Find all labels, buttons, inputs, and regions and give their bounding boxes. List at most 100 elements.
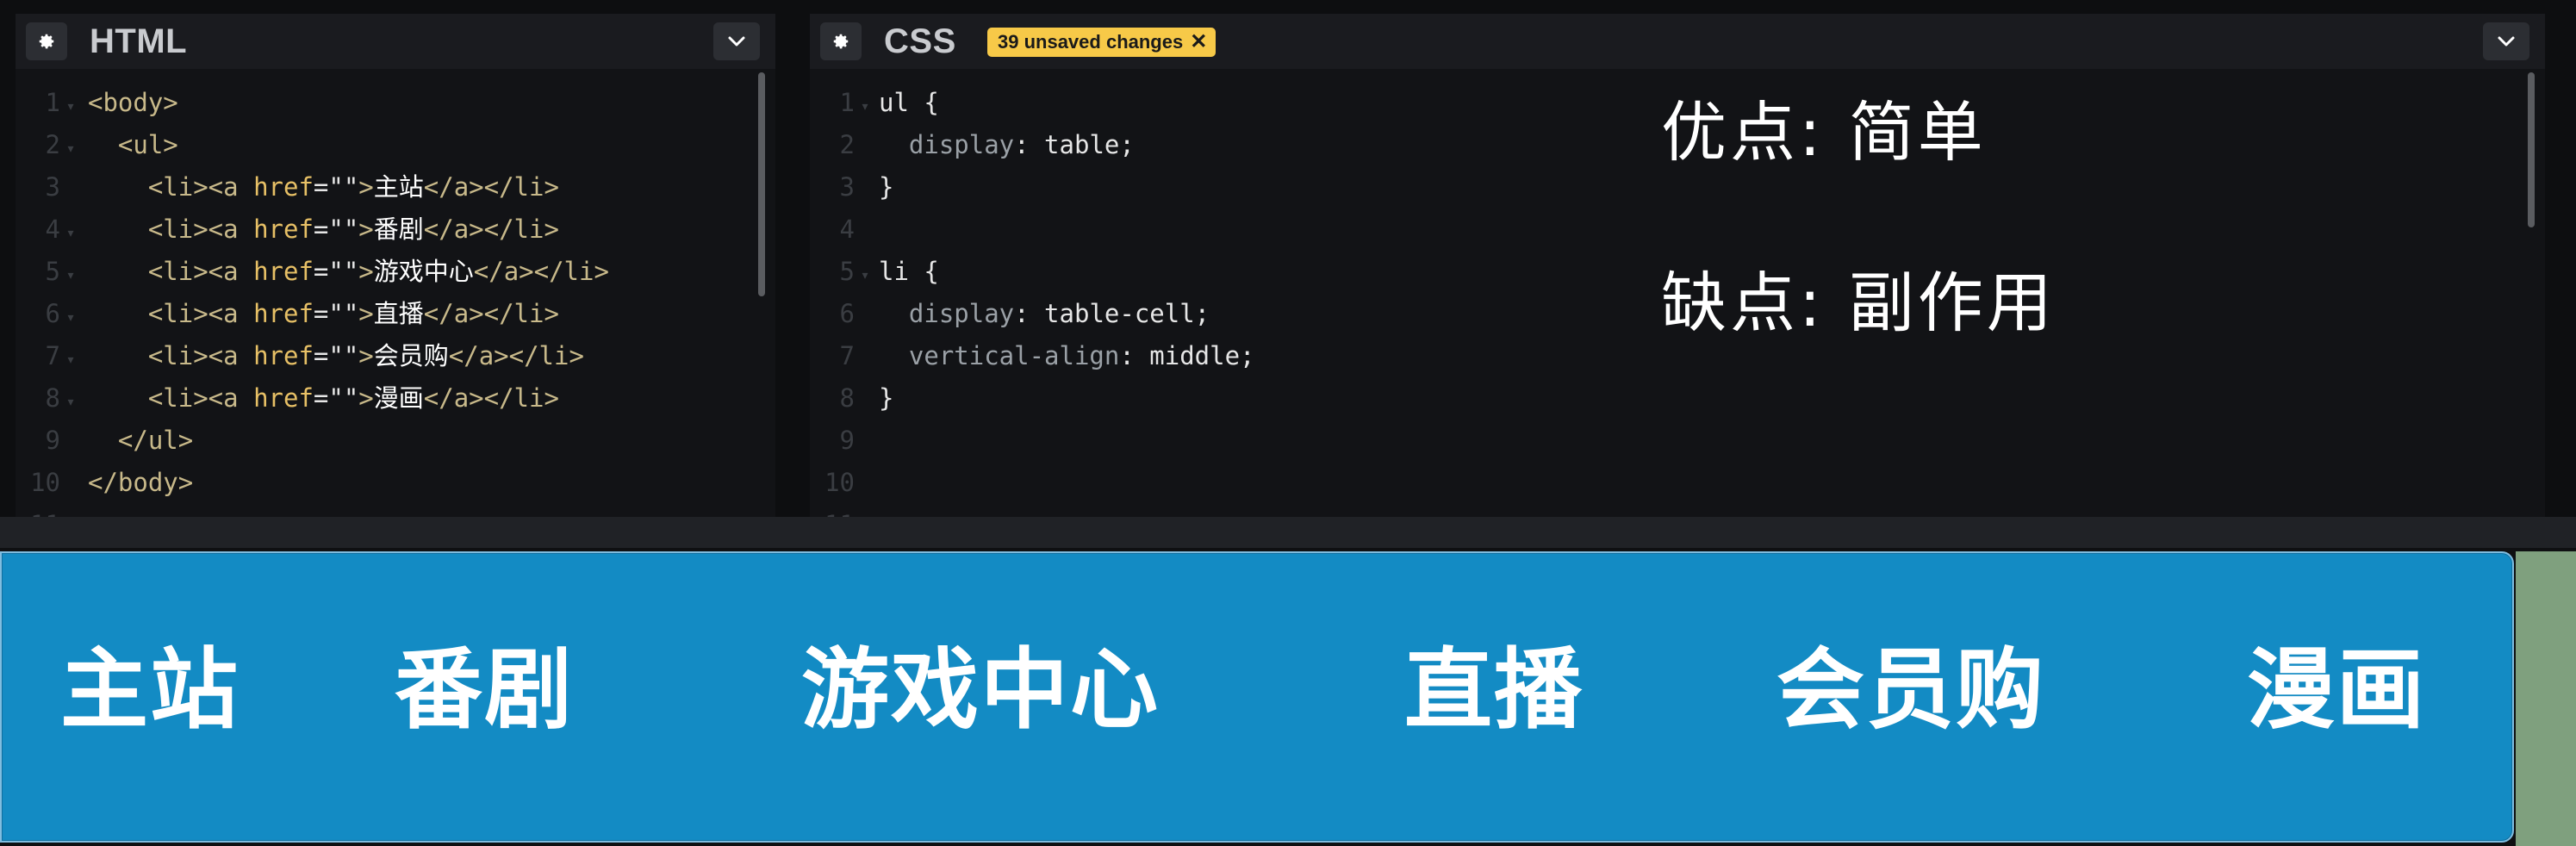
code-line[interactable]: 3 }: [810, 167, 894, 211]
code-token: li {: [879, 257, 939, 286]
line-number: 8: [45, 383, 60, 413]
fold-arrow-icon[interactable]: ▾: [60, 339, 81, 380]
code-line[interactable]: 8 ▾ <li><a href="">漫画</a></li>: [16, 378, 559, 419]
html-collapse-button[interactable]: [713, 22, 760, 60]
css-collapse-button[interactable]: [2483, 22, 2529, 60]
html-editor-panel: HTML 1 ▾ <body> 2 ▾ <ul> 3 <li><a href="">主站<…: [16, 14, 775, 517]
nav-item-anime[interactable]: 番剧: [395, 639, 574, 743]
code-line[interactable]: 10: [810, 463, 879, 503]
fold-arrow-icon[interactable]: ▾: [60, 297, 81, 338]
code-token: href: [253, 172, 314, 202]
code-line[interactable]: 8 }: [810, 378, 894, 419]
code-token: : table;: [1014, 130, 1135, 159]
result-preview: 主站 番剧 游戏中心 直播 会员购 漫画: [0, 551, 2514, 843]
fold-arrow-icon[interactable]: ▾: [855, 255, 875, 295]
line-number: 4: [839, 215, 855, 244]
code-line[interactable]: 9: [810, 420, 879, 461]
code-token: <li><a: [147, 215, 254, 244]
code-token: </ul>: [117, 426, 194, 455]
code-line[interactable]: 10 </body>: [16, 463, 193, 503]
code-line[interactable]: 11: [16, 505, 88, 517]
line-number: 9: [45, 426, 60, 455]
line-number: 10: [824, 468, 855, 497]
code-line[interactable]: 2 display: table;: [810, 125, 1135, 165]
code-token: href: [253, 341, 314, 370]
code-line[interactable]: 5 ▾ <li><a href="">游戏中心</a></li>: [16, 252, 609, 292]
fold-arrow-icon[interactable]: ▾: [60, 128, 81, 169]
code-token: vertical-align: [879, 341, 1120, 370]
nav-item-home[interactable]: 主站: [60, 639, 240, 743]
code-token: >: [358, 215, 374, 244]
code-token: </a></li>: [423, 299, 559, 328]
html-settings-button[interactable]: [26, 22, 67, 60]
html-code-editor[interactable]: 1 ▾ <body> 2 ▾ <ul> 3 <li><a href="">主站</a></…: [16, 83, 775, 517]
fold-arrow-icon[interactable]: ▾: [60, 86, 81, 127]
html-editor-scrollbar[interactable]: [758, 72, 765, 296]
code-token: ="": [313, 341, 359, 370]
code-token: ="": [313, 172, 359, 202]
code-token: </a></li>: [423, 215, 559, 244]
code-line[interactable]: 6 display: table-cell;: [810, 294, 1210, 334]
line-number: 5: [45, 257, 60, 286]
css-editor-scrollbar[interactable]: [2528, 72, 2535, 227]
code-token: >: [358, 299, 374, 328]
fold-arrow-icon[interactable]: ▾: [855, 86, 875, 127]
code-line[interactable]: 1 ▾ <body>: [16, 83, 178, 123]
fold-arrow-icon[interactable]: ▾: [60, 382, 81, 422]
line-number: 3: [45, 172, 60, 202]
cons-annotation: 缺点: 副作用: [1661, 264, 2056, 341]
code-token: ="": [313, 383, 359, 413]
code-line[interactable]: 7 ▾ <li><a href="">会员购</a></li>: [16, 336, 584, 376]
code-token: 番剧: [373, 215, 424, 244]
nav-item-comics[interactable]: 漫画: [2247, 639, 2426, 743]
code-token: <body>: [88, 88, 178, 117]
unsaved-changes-badge[interactable]: 39 unsaved changes ✕: [987, 28, 1216, 57]
unsaved-changes-label: 39 unsaved changes: [998, 31, 1184, 53]
code-token: </a></li>: [448, 341, 584, 370]
code-token: href: [253, 257, 314, 286]
nav-item-live[interactable]: 直播: [1404, 639, 1584, 743]
css-panel-header: CSS 39 unsaved changes ✕: [810, 14, 2545, 69]
code-token: <ul>: [117, 130, 178, 159]
code-line[interactable]: 9 </ul>: [16, 420, 194, 461]
line-number: 9: [839, 426, 855, 455]
code-token: }: [879, 383, 894, 413]
code-token: href: [253, 215, 314, 244]
nav-item-games[interactable]: 游戏中心: [801, 639, 1160, 743]
code-token: 主站: [373, 172, 424, 202]
nav-item-vip[interactable]: 会员购: [1776, 639, 2045, 743]
code-token: <li><a: [147, 257, 254, 286]
code-line[interactable]: 4: [810, 209, 879, 250]
code-token: ul {: [879, 88, 939, 117]
line-number: 5: [839, 257, 855, 286]
pane-resize-divider[interactable]: [0, 517, 2576, 548]
fold-arrow-icon[interactable]: ▾: [60, 255, 81, 295]
code-line[interactable]: 1 ▾ ul {: [810, 83, 939, 123]
fold-arrow-icon[interactable]: ▾: [60, 213, 81, 253]
code-line[interactable]: 7 vertical-align: middle;: [810, 336, 1255, 376]
code-token: </a></li>: [423, 383, 559, 413]
close-icon[interactable]: ✕: [1190, 28, 1207, 57]
code-line[interactable]: 2 ▾ <ul>: [16, 125, 178, 165]
html-panel-title: HTML: [90, 22, 188, 60]
code-token: <li><a: [147, 383, 254, 413]
code-line[interactable]: 11: [810, 505, 879, 517]
code-token: href: [253, 383, 314, 413]
css-settings-button[interactable]: [820, 22, 862, 60]
code-line[interactable]: 6 ▾ <li><a href="">直播</a></li>: [16, 294, 559, 334]
code-line[interactable]: 5 ▾ li {: [810, 252, 939, 292]
line-number: 6: [839, 299, 855, 328]
code-line[interactable]: 4 ▾ <li><a href="">番剧</a></li>: [16, 209, 559, 250]
code-line[interactable]: 3 <li><a href="">主站</a></li>: [16, 167, 559, 208]
